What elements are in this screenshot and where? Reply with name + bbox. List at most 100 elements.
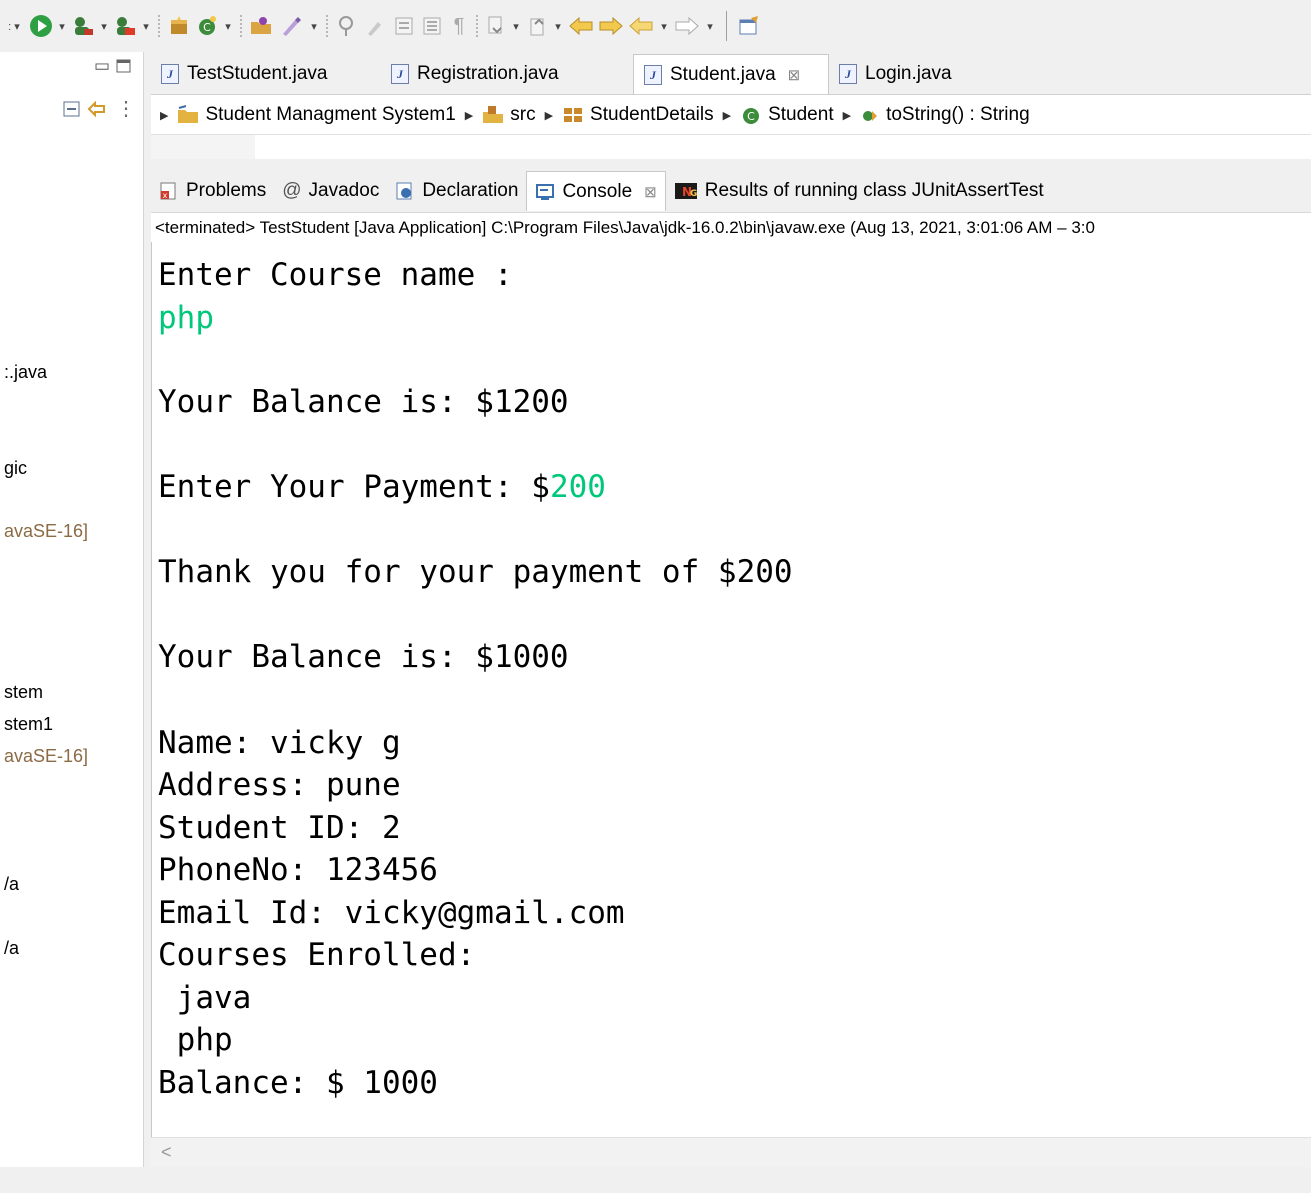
tree-item[interactable]: /a (4, 874, 19, 895)
open-type-icon[interactable] (246, 11, 276, 41)
next-annotation-icon[interactable] (482, 11, 508, 41)
previous-annotation-dropdown[interactable]: ▾ (550, 11, 566, 41)
collapse-all-icon[interactable] (62, 100, 82, 123)
console-line: Balance: $ 1000 (158, 1065, 438, 1101)
tree-item[interactable]: :.java (4, 362, 47, 383)
tab-student-java[interactable]: J Student.java ⊠ (633, 54, 829, 94)
pin-editor-icon[interactable] (735, 11, 763, 41)
console-line: Email Id: vicky@gmail.com (158, 895, 625, 931)
tree-item[interactable]: stem (4, 682, 43, 703)
console-user-input: php (158, 300, 214, 336)
editor-tab-bar: J TestStudent.java J Registration.java J… (151, 52, 1311, 94)
main-toolbar: : ▾ ▾ ▾ ▾ C ▾ ▾ ¶ ▾ ▾ ▾ ▾ (0, 0, 1311, 52)
tree-item[interactable]: avaSE-16] (4, 521, 88, 542)
breadcrumb-arrow-icon[interactable]: ▶ (160, 109, 168, 122)
java-file-icon: J (391, 64, 409, 84)
breadcrumb-class[interactable]: Student (768, 104, 834, 126)
view-tab-bar: x Problems @ Javadoc Declaration Console… (151, 170, 1311, 212)
forward-edit-location-icon[interactable] (596, 11, 626, 41)
svg-text:C: C (747, 110, 755, 123)
search-dropdown[interactable]: ▾ (306, 11, 322, 41)
declaration-icon (395, 181, 415, 201)
console-line: Address: pune (158, 767, 401, 803)
tab-problems[interactable]: x Problems (151, 171, 274, 211)
close-tab-icon[interactable]: ⊠ (644, 183, 657, 201)
maximize-icon[interactable] (116, 58, 132, 79)
console-text: Enter Your Payment: $ (158, 469, 550, 505)
run-icon[interactable] (28, 11, 54, 41)
source-folder-icon (482, 105, 504, 125)
tab-declaration[interactable]: Declaration (387, 171, 526, 211)
svg-text:G: G (690, 189, 697, 199)
console-line: PhoneNo: 123456 (158, 852, 438, 888)
coverage-dropdown[interactable]: ▾ (138, 11, 154, 41)
breadcrumb: ▶ Student Managment System1 ▶ src ▶ Stud… (151, 94, 1311, 135)
svg-text:x: x (163, 191, 168, 200)
breadcrumb-package[interactable]: StudentDetails (590, 104, 714, 126)
new-package-icon[interactable] (164, 11, 194, 41)
debug-dropdown[interactable]: ▾ (96, 11, 112, 41)
close-tab-icon[interactable]: ⊠ (788, 66, 801, 84)
view-menu-icon[interactable]: ⋮ (116, 96, 136, 121)
word-wrap-icon[interactable] (418, 11, 446, 41)
breadcrumb-arrow-icon[interactable]: ▶ (545, 109, 553, 122)
java-file-icon: J (161, 64, 179, 84)
breadcrumb-method[interactable]: toString() : String (886, 104, 1030, 126)
back-dropdown[interactable]: ▾ (656, 11, 672, 41)
toolbar-dropdown[interactable]: : ▾ (0, 11, 28, 41)
tab-label: Console (562, 180, 633, 202)
run-dropdown[interactable]: ▾ (54, 11, 70, 41)
tree-item[interactable]: gic (4, 458, 27, 479)
toggle-mark-icon[interactable] (332, 11, 362, 41)
scroll-left-icon[interactable]: < (161, 1142, 172, 1163)
block-selection-icon[interactable] (390, 11, 418, 41)
next-annotation-dropdown[interactable]: ▾ (508, 11, 524, 41)
previous-annotation-icon[interactable] (524, 11, 550, 41)
tab-junit-results[interactable]: NG Results of running class JUnitAssertT… (666, 171, 1052, 211)
console-user-input: 200 (549, 469, 606, 505)
toolbar-separator (322, 11, 332, 41)
show-whitespace-icon[interactable]: ¶ (446, 11, 472, 41)
breadcrumb-arrow-icon[interactable]: ▶ (465, 109, 473, 122)
tree-item[interactable]: avaSE-16] (4, 746, 88, 767)
tab-label: TestStudent.java (187, 63, 328, 84)
breadcrumb-project[interactable]: Student Managment System1 (205, 104, 455, 126)
console-line: Name: vicky g (158, 725, 401, 761)
new-class-dropdown[interactable]: ▾ (220, 11, 236, 41)
console-line: Enter Course name : (158, 257, 513, 293)
toolbar-separator (154, 11, 164, 41)
tab-javadoc[interactable]: @ Javadoc (274, 171, 387, 211)
tab-registration-java[interactable]: J Registration.java (381, 54, 633, 94)
coverage-icon[interactable] (112, 11, 138, 41)
tree-item[interactable]: stem1 (4, 714, 53, 735)
forward-dropdown[interactable]: ▾ (702, 11, 718, 41)
link-with-editor-icon[interactable] (86, 100, 108, 123)
debug-icon[interactable] (70, 11, 96, 41)
console-line: java (158, 980, 252, 1016)
tab-login-java[interactable]: J Login.java (829, 54, 989, 94)
new-class-icon[interactable]: C (194, 11, 220, 41)
breadcrumb-src[interactable]: src (510, 104, 535, 126)
horizontal-scrollbar[interactable]: < (151, 1137, 1311, 1168)
console-line: Courses Enrolled: (158, 937, 476, 973)
search-icon[interactable] (276, 11, 306, 41)
console-process-header: <terminated> TestStudent [Java Applicati… (151, 212, 1311, 242)
back-icon[interactable] (626, 11, 656, 41)
console-output[interactable]: Enter Course name : php Your Balance is:… (151, 242, 1311, 1137)
forward-icon[interactable] (672, 11, 702, 41)
editor-area[interactable] (151, 134, 1311, 159)
tab-label: Results of running class JUnitAssertTest (704, 180, 1044, 201)
breadcrumb-arrow-icon[interactable]: ▶ (723, 109, 731, 122)
console-line: Thank you for your payment of $200 (158, 554, 793, 590)
tree-item[interactable]: /a (4, 938, 19, 959)
toolbar-divider (726, 11, 727, 41)
highlighter-icon[interactable] (362, 11, 390, 41)
tab-console[interactable]: Console ⊠ (526, 171, 666, 211)
project-icon (177, 105, 199, 125)
last-edit-location-icon[interactable] (566, 11, 596, 41)
svg-text:C: C (203, 21, 211, 34)
tab-label: Registration.java (417, 63, 559, 84)
minimize-icon[interactable]: ▭ (94, 56, 110, 76)
breadcrumb-arrow-icon[interactable]: ▶ (843, 109, 851, 122)
tab-teststudent-java[interactable]: J TestStudent.java (151, 54, 381, 94)
